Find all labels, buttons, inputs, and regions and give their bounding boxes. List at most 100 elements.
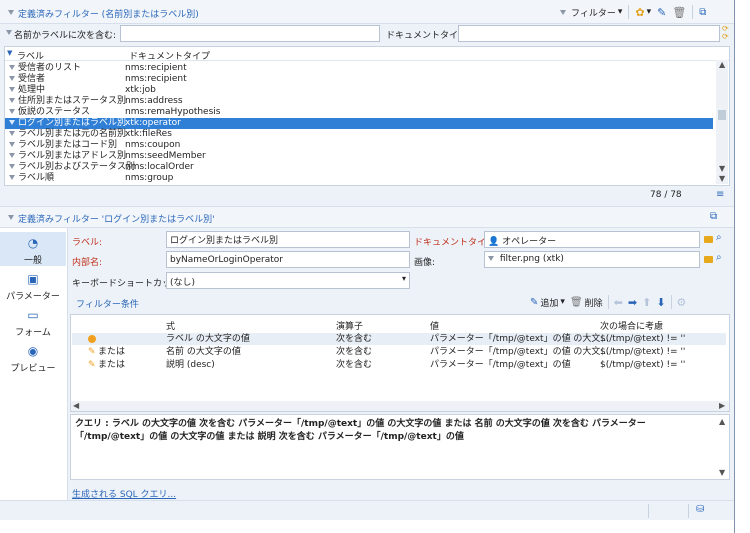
label-filter-caption: 名前かラベルに次を含む: <box>14 31 117 41</box>
add-button-label: 追加 <box>540 298 559 309</box>
chevron-down-icon: ▾ <box>401 274 406 283</box>
chevron-down-icon: ▾ <box>617 7 623 17</box>
pencil-icon: ✎ <box>657 5 667 19</box>
condition-row[interactable]: ✎ または 説明 (desc) 次を含む パラメーター「/tmp/@text」の値 $(/… <box>72 359 726 371</box>
database-icon: ⛁ <box>696 504 705 515</box>
delete-condition-button[interactable]: 🗑 削除 <box>570 296 603 309</box>
list-item[interactable]: 処理中 xtk:job <box>5 85 713 96</box>
label-text: ラベル別またはコード別 <box>18 140 118 150</box>
refresh-icon[interactable]: ⟳ ⟳ <box>722 25 729 41</box>
detach-button[interactable]: ⧉ <box>699 7 706 18</box>
condition-dot-icon <box>88 335 96 343</box>
window-right-border <box>734 0 750 533</box>
search-icon[interactable]: ⌕ <box>716 252 722 263</box>
sidebar-item-label: フォーム <box>15 328 51 338</box>
arrow-down-icon[interactable]: ⬇ <box>656 296 665 309</box>
condition-ignore-if: $(/tmp/@text) != '' <box>600 334 686 344</box>
image-field[interactable]: filter.png (xtk) <box>484 251 700 268</box>
list-item-doctype: nms:group <box>125 173 174 183</box>
scroll-right-icon[interactable]: ▶ <box>719 401 725 410</box>
arrow-up-icon[interactable]: ⬆ <box>642 296 651 309</box>
label-filter-input[interactable] <box>120 25 380 42</box>
list-item-doctype: nms:recipient <box>125 63 187 73</box>
scroll-up-icon[interactable]: ▲ <box>719 60 725 69</box>
condition-value: パラメーター「/tmp/@text」の値 の大文... <box>430 334 610 344</box>
new-filter-button[interactable]: ✿ ▾ <box>635 6 651 19</box>
condition-row[interactable]: ラベル の大文字の値 次を含む パラメーター「/tmp/@text」の値 の大文..… <box>72 333 726 345</box>
list-item-doctype: nms:remaHypothesis <box>125 107 221 117</box>
filter-icon <box>9 76 15 81</box>
condition-value: パラメーター「/tmp/@text」の値 <box>430 360 571 370</box>
list-item[interactable]: ラベル順 nms:group <box>5 173 713 184</box>
list-item-label: 受信者 <box>9 74 45 85</box>
column-value[interactable]: 値 <box>430 319 439 332</box>
search-icon[interactable]: ⌕ <box>716 232 722 243</box>
sql-query-link[interactable]: 生成される SQL クエリ... <box>72 487 176 500</box>
list-item[interactable]: 受信者 nms:recipient <box>5 74 713 85</box>
edit-button[interactable]: ✎ <box>657 6 666 19</box>
sidebar: ◔ 一般 ▣ パラメーター ▭ フォーム ◉ プレビュー <box>0 228 68 510</box>
label-input[interactable] <box>166 231 410 248</box>
list-item[interactable]: ラベル別または元の名前別 xtk:fileRes <box>5 129 713 140</box>
condition-ignore-if: $(/tmp/@text) != '' <box>600 360 686 370</box>
doctype-field[interactable]: 👤 オペレーター <box>484 231 700 248</box>
label-text: ラベル別またはアドレス別 <box>18 151 127 161</box>
list-item[interactable]: ラベル別およびステータス別 nms:localOrder <box>5 162 713 173</box>
condition-row[interactable]: ✎ または 名前 の大文字の値 次を含む パラメーター「/tmp/@text」の値 の大… <box>72 346 726 358</box>
folder-icon[interactable] <box>704 236 713 243</box>
list-item[interactable]: ログイン別またはラベル別 xtk:operator <box>5 118 713 129</box>
internal-name-caption: 内部名: <box>72 258 103 268</box>
filter-dropdown-button[interactable]: フィルター ▾ <box>560 6 622 19</box>
arrow-left-icon[interactable]: ⬅ <box>614 296 623 309</box>
folder-icon[interactable] <box>704 256 713 263</box>
column-operator[interactable]: 演算子 <box>336 319 363 332</box>
column-expression[interactable]: 式 <box>166 319 175 332</box>
shortcut-select[interactable]: (なし) ▾ <box>166 272 410 289</box>
label-caption: ラベル: <box>72 238 103 248</box>
column-doctype[interactable]: ドキュメントタイプ <box>129 49 210 62</box>
scroll-down-icon[interactable]: ▼ <box>719 164 725 173</box>
list-item-doctype: nms:recipient <box>125 74 187 84</box>
list-item[interactable]: 仮説のステータス nms:remaHypothesis <box>5 107 713 118</box>
list-item[interactable]: 受信者のリスト nms:recipient <box>5 63 713 74</box>
filter-icon <box>8 10 14 15</box>
list-item[interactable]: ラベル別またはコード別 nms:coupon <box>5 140 713 151</box>
scroll-left-icon[interactable]: ◀ <box>73 401 79 410</box>
scroll-down-icon[interactable]: ▼ <box>719 468 725 477</box>
sidebar-item-preview[interactable]: ◉ プレビュー <box>0 342 66 376</box>
internal-name-input[interactable] <box>166 251 410 268</box>
sidebar-item-parameters[interactable]: ▣ パラメーター <box>0 270 66 304</box>
list-item[interactable]: ラベル別またはアドレス別 nms:seedMember <box>5 151 713 162</box>
toolbar-separator <box>692 5 694 19</box>
condition-expression: 説明 (desc) <box>166 360 215 370</box>
condition-operator: 次を含む <box>336 360 373 370</box>
detail-panel-title: 定義済みフィルター 'ログイン別またはラベル別' <box>18 215 215 225</box>
arrow-right-icon[interactable]: ➡ <box>628 296 637 309</box>
window-icon: ▭ <box>27 308 39 322</box>
list-scrollbar[interactable]: ▲ ▼ ▼ <box>716 60 728 184</box>
filter-icon <box>9 87 15 92</box>
list-item[interactable]: 住所別またはステータス別 nms:address <box>5 96 713 107</box>
settings-icon[interactable]: ⚙ <box>677 296 687 309</box>
image-caption: 画像: <box>414 258 436 268</box>
detach-icon[interactable]: ⧉ <box>710 211 717 222</box>
list-item-doctype: xtk:fileRes <box>125 129 172 139</box>
delete-button[interactable]: 🗑 <box>672 6 686 19</box>
list-item-label: ラベル順 <box>9 173 54 184</box>
sidebar-item-general[interactable]: ◔ 一般 <box>0 232 66 266</box>
chevron-down-icon: ▾ <box>646 7 652 17</box>
sidebar-item-form[interactable]: ▭ フォーム <box>0 306 66 340</box>
scroll-up-icon[interactable]: ▲ <box>719 417 725 426</box>
column-label[interactable]: ラベル <box>17 49 44 62</box>
scroll-end-icon[interactable]: ▼ <box>719 174 725 183</box>
list-menu-icon[interactable]: ≡ <box>716 189 724 200</box>
label-text: 処理中 <box>18 85 46 95</box>
list-item-doctype: nms:localOrder <box>125 162 194 172</box>
grid-hscrollbar[interactable]: ◀ ▶ <box>71 401 729 411</box>
doctype-input[interactable] <box>458 25 720 42</box>
scroll-thumb[interactable] <box>718 110 726 120</box>
column-ignore-if[interactable]: 次の場合に考慮 <box>600 319 663 332</box>
condition-value: パラメーター「/tmp/@text」の値 の大文... <box>430 347 610 357</box>
list-item-label: ログイン別またはラベル別 <box>9 118 126 129</box>
add-condition-button[interactable]: ✎ 追加 ▾ <box>530 296 565 309</box>
